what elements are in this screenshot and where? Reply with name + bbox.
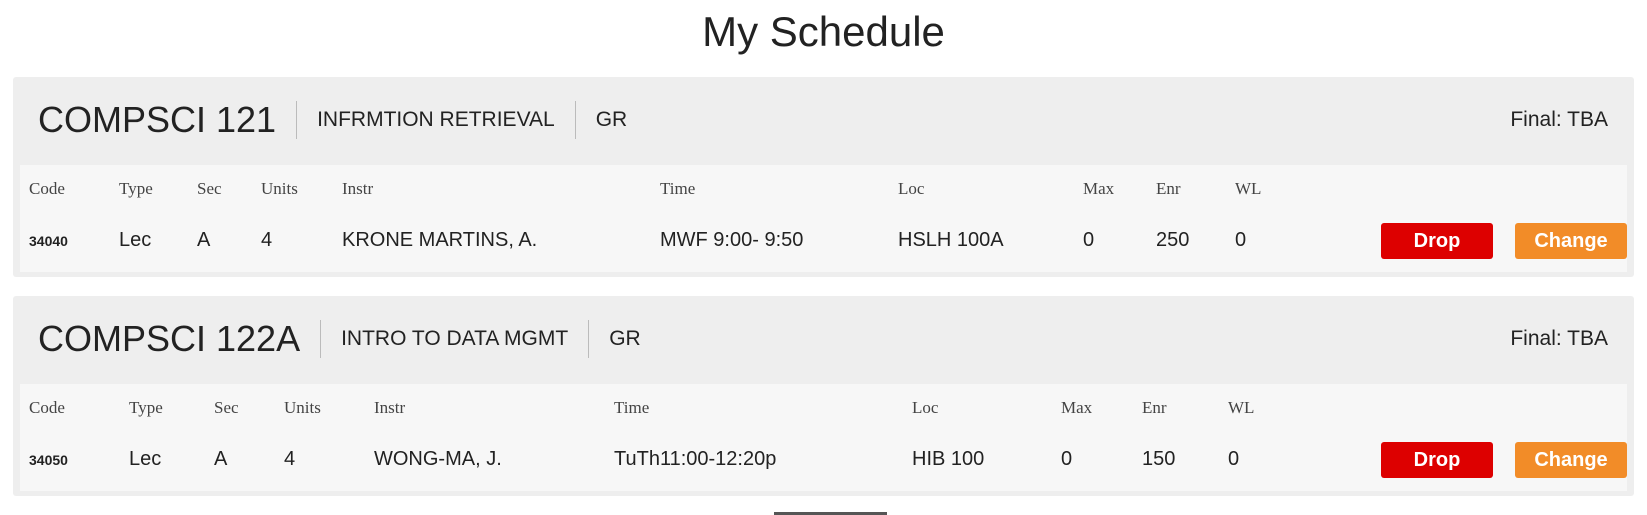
section-loc: HIB 100 — [912, 448, 985, 470]
header-time: Time — [660, 179, 696, 198]
header-type: Type — [129, 398, 163, 417]
drop-button[interactable]: Drop — [1381, 442, 1493, 478]
page-title: My Schedule — [702, 8, 945, 55]
section-max: 0 — [1061, 448, 1073, 470]
header-instr: Instr — [342, 179, 374, 198]
section-instr: KRONE MARTINS, A. — [342, 229, 538, 251]
header-sec: Sec — [197, 179, 222, 198]
header-units: Units — [261, 179, 298, 198]
section-code: 34040 — [29, 233, 68, 249]
change-button[interactable]: Change — [1515, 223, 1627, 259]
section-table: Code Type Sec Units Instr Time Loc Max E… — [20, 384, 1627, 491]
course-code: COMPSCI 122A — [13, 320, 322, 358]
header-enr: Enr — [1142, 398, 1167, 417]
course-header: COMPSCI 121 INFRMTION RETRIEVAL GR Final… — [13, 77, 1634, 163]
course-final: Final: TBA — [1510, 327, 1608, 350]
header-wl: WL — [1228, 398, 1255, 417]
section-type: Lec — [129, 448, 162, 470]
header-max: Max — [1083, 179, 1115, 198]
course-level: GR — [609, 327, 641, 350]
header-loc: Loc — [912, 398, 939, 417]
header-code: Code — [29, 398, 65, 417]
drop-button[interactable]: Drop — [1381, 223, 1493, 259]
section-loc: HSLH 100A — [898, 229, 1004, 251]
header-wl: WL — [1235, 179, 1262, 198]
section-time: TuTh11:00-12:20p — [614, 448, 777, 470]
header-time: Time — [614, 398, 650, 417]
section-wl: 0 — [1228, 448, 1240, 470]
section-enr: 250 — [1156, 229, 1190, 251]
section-table: Code Type Sec Units Instr Time Loc Max E… — [20, 165, 1627, 272]
section-sec: A — [197, 229, 211, 251]
section-time: MWF 9:00- 9:50 — [660, 229, 804, 251]
section-units: 4 — [261, 229, 273, 251]
header-enr: Enr — [1156, 179, 1181, 198]
header-max: Max — [1061, 398, 1093, 417]
course-header: COMPSCI 122A INTRO TO DATA MGMT GR Final… — [13, 296, 1634, 382]
section-sec: A — [214, 448, 228, 470]
change-button[interactable]: Change — [1515, 442, 1627, 478]
section-type: Lec — [119, 229, 152, 251]
header-loc: Loc — [898, 179, 925, 198]
section-enr: 150 — [1142, 448, 1176, 470]
course-card: COMPSCI 122A INTRO TO DATA MGMT GR Final… — [13, 296, 1634, 496]
section-code: 34050 — [29, 452, 68, 468]
header-instr: Instr — [374, 398, 406, 417]
section-units: 4 — [284, 448, 296, 470]
course-level: GR — [595, 108, 628, 131]
header-code: Code — [29, 179, 65, 198]
header-sec: Sec — [214, 398, 239, 417]
section-wl: 0 — [1235, 229, 1247, 251]
course-final: Final: TBA — [1510, 108, 1608, 131]
header-type: Type — [119, 179, 153, 198]
header-units: Units — [284, 398, 321, 417]
course-name: INTRO TO DATA MGMT — [321, 320, 590, 358]
section-max: 0 — [1083, 229, 1095, 251]
course-card: COMPSCI 121 INFRMTION RETRIEVAL GR Final… — [13, 77, 1634, 277]
course-name: INFRMTION RETRIEVAL — [297, 101, 576, 139]
course-code: COMPSCI 121 — [13, 101, 298, 139]
section-instr: WONG-MA, J. — [374, 448, 502, 470]
